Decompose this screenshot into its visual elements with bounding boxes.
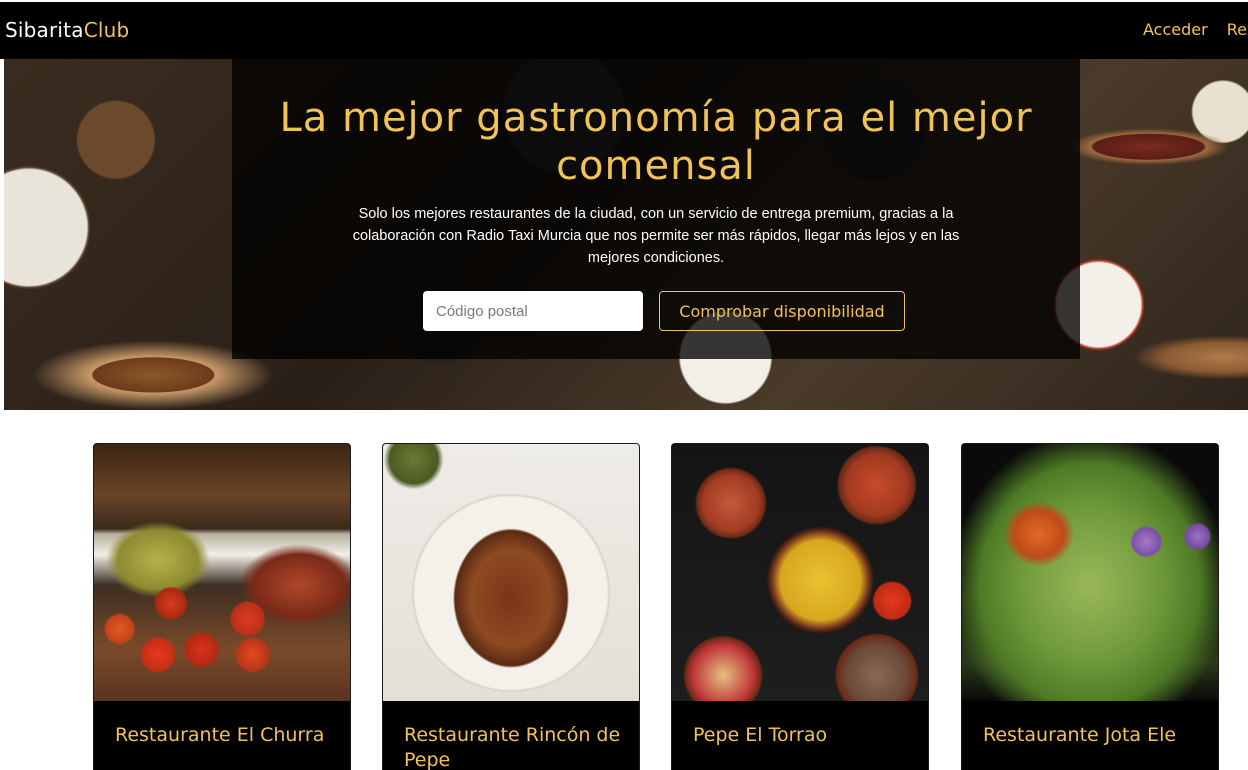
restaurant-name[interactable]: Restaurante Rincón de Pepe bbox=[404, 723, 624, 770]
restaurant-card-body: Pepe El Torrao bbox=[672, 701, 928, 770]
restaurant-image bbox=[962, 444, 1218, 701]
brand-primary: Sibarita bbox=[5, 18, 84, 42]
restaurant-card-body: Restaurante Jota Ele bbox=[962, 701, 1218, 770]
brand-logo[interactable]: SibaritaClub bbox=[5, 18, 129, 42]
hero-title: La mejor gastronomía para el mejor comen… bbox=[279, 95, 1033, 189]
restaurant-card-body: Restaurante Rincón de Pepe bbox=[383, 701, 639, 770]
postal-code-input[interactable] bbox=[423, 291, 643, 331]
check-availability-button[interactable]: Comprobar disponibilidad bbox=[659, 291, 905, 331]
restaurant-cards: Restaurante El Churra Restaurante Rincón… bbox=[0, 443, 1248, 770]
restaurant-card[interactable]: Restaurante Jota Ele bbox=[961, 443, 1219, 770]
register-link[interactable]: Re bbox=[1227, 20, 1247, 39]
brand-accent: Club bbox=[83, 18, 130, 42]
restaurant-card-body: Restaurante El Churra bbox=[94, 701, 350, 770]
restaurant-card[interactable]: Restaurante Rincón de Pepe bbox=[382, 443, 640, 770]
restaurant-card[interactable]: Restaurante El Churra bbox=[93, 443, 351, 770]
top-navbar: SibaritaClub Acceder Re bbox=[0, 0, 1248, 59]
restaurant-image bbox=[94, 444, 350, 701]
hero-description: Solo los mejores restaurantes de la ciud… bbox=[352, 206, 960, 266]
hero-banner: La mejor gastronomía para el mejor comen… bbox=[4, 59, 1248, 410]
hero-overlay: La mejor gastronomía para el mejor comen… bbox=[232, 59, 1080, 359]
restaurant-name[interactable]: Pepe El Torrao bbox=[693, 723, 913, 748]
login-link[interactable]: Acceder bbox=[1143, 20, 1208, 39]
restaurant-card[interactable]: Pepe El Torrao bbox=[671, 443, 929, 770]
restaurant-name[interactable]: Restaurante Jota Ele bbox=[983, 723, 1203, 748]
nav-links: Acceder Re bbox=[1143, 20, 1248, 39]
restaurant-image bbox=[672, 444, 928, 701]
restaurant-name[interactable]: Restaurante El Churra bbox=[115, 723, 335, 748]
restaurant-image bbox=[383, 444, 639, 701]
